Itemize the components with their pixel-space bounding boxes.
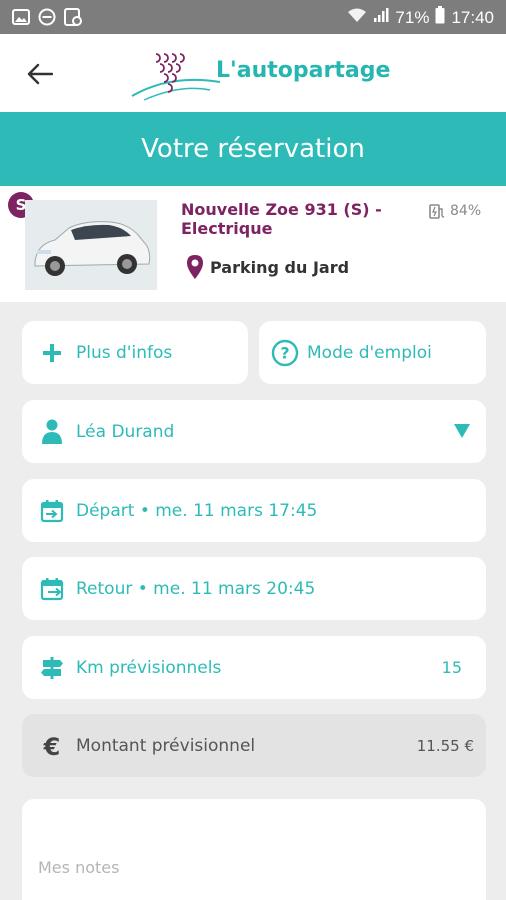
map-pin-icon: [187, 255, 203, 279]
amount-field: € Montant prévisionnel 11.55 €: [22, 714, 486, 777]
signal-icon: [373, 7, 389, 28]
svg-text:€: €: [43, 734, 61, 758]
km-field[interactable]: Km prévisionnels 15: [22, 636, 486, 699]
calendar-arrow-out-icon: [38, 575, 66, 603]
departure-label: Départ • me. 11 mars 17:45: [76, 500, 318, 521]
driver-name: Léa Durand: [76, 421, 175, 442]
battery-level: 84%: [428, 202, 481, 220]
car-image: [25, 200, 157, 290]
clock: 17:40: [451, 7, 494, 27]
image-notification-icon: [12, 8, 30, 26]
km-value: 15: [441, 658, 462, 677]
battery-icon: [435, 6, 445, 29]
vehicle-summary[interactable]: S Nouvelle Zoe 931 (S) - Electrique 84% …: [0, 186, 506, 302]
amount-value: 11.55 €: [416, 736, 474, 755]
plus-icon: [38, 339, 66, 367]
status-bar: 71% 17:40: [0, 0, 506, 34]
return-label: Retour • me. 11 mars 20:45: [76, 578, 316, 599]
charging-station-icon: [429, 204, 445, 219]
wifi-icon: [347, 7, 367, 28]
driver-select[interactable]: Léa Durand: [22, 400, 486, 463]
calendar-arrow-in-icon: [38, 497, 66, 525]
euro-icon: €: [38, 732, 66, 760]
km-label: Km prévisionnels: [76, 657, 222, 678]
question-circle-icon: ?: [271, 339, 299, 367]
more-info-label: Plus d'infos: [76, 342, 173, 363]
parking-location: Parking du Jard: [186, 254, 349, 280]
instructions-label: Mode d'emploi: [307, 342, 432, 363]
battery-value: 84%: [450, 203, 482, 219]
brand-name: L'autopartage: [216, 58, 391, 83]
notes-input[interactable]: Mes notes: [22, 799, 486, 900]
parking-name: Parking du Jard: [210, 257, 350, 277]
dropdown-arrow-icon: [454, 424, 470, 438]
screenshot-icon: [64, 8, 82, 26]
signpost-icon: [38, 654, 66, 682]
do-not-disturb-icon: [38, 8, 56, 26]
more-info-button[interactable]: Plus d'infos: [22, 321, 248, 384]
arrow-left-icon: [27, 63, 53, 85]
page-title: Votre réservation: [0, 112, 506, 186]
svg-text:?: ?: [280, 343, 289, 362]
notes-placeholder: Mes notes: [38, 858, 120, 877]
app-bar: L'autopartage: [0, 34, 506, 112]
back-button[interactable]: [24, 58, 56, 90]
battery-percent: 71%: [395, 7, 430, 27]
instructions-button[interactable]: ? Mode d'emploi: [259, 321, 486, 384]
departure-field[interactable]: Départ • me. 11 mars 17:45: [22, 479, 486, 542]
person-icon: [38, 418, 66, 446]
amount-label: Montant prévisionnel: [76, 735, 256, 756]
vehicle-name: Nouvelle Zoe 931 (S) - Electrique: [181, 200, 382, 238]
return-field[interactable]: Retour • me. 11 mars 20:45: [22, 557, 486, 620]
